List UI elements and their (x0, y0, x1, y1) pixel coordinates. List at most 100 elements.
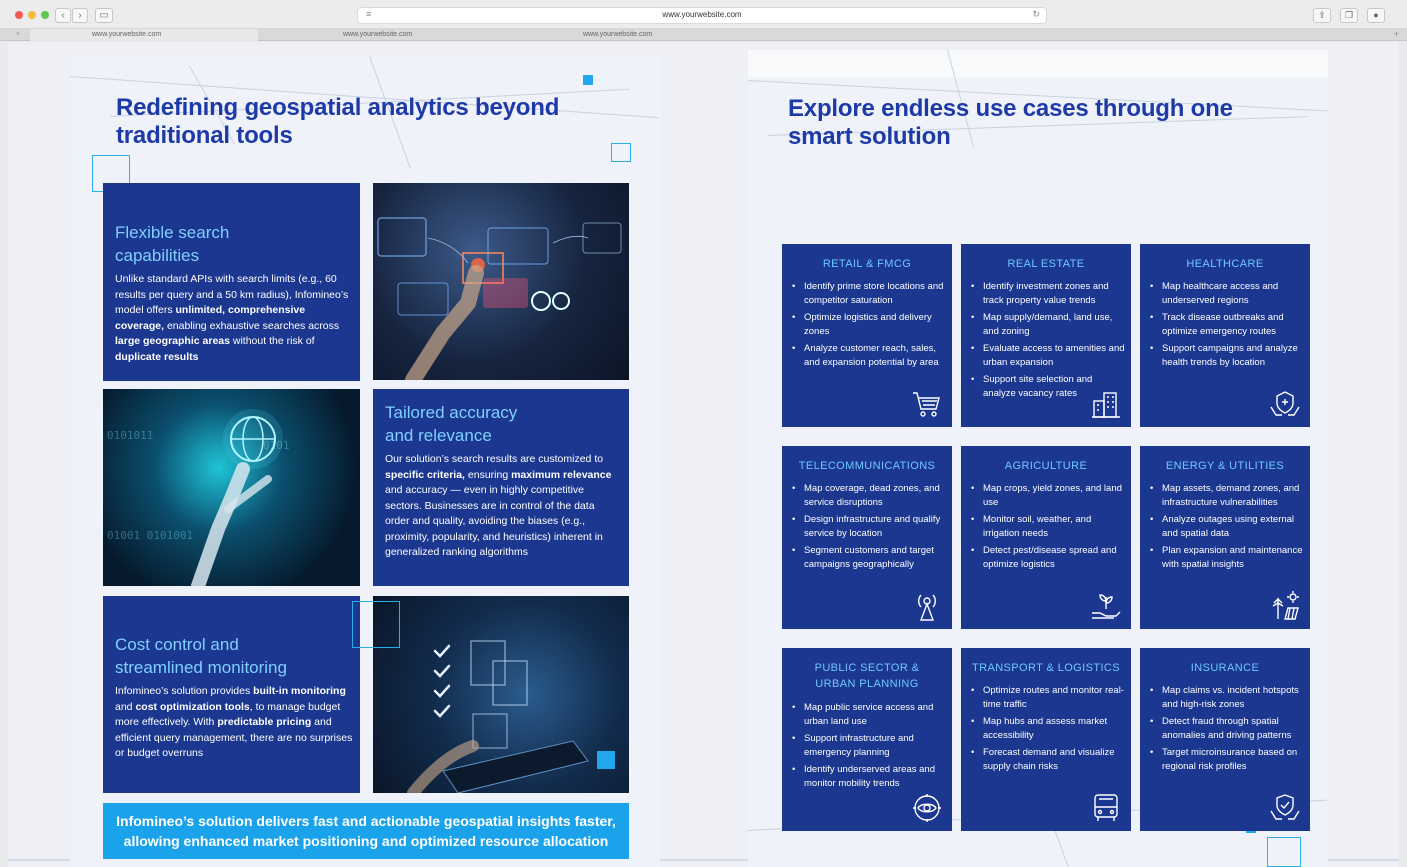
use-case-title-line1: PUBLIC SECTOR & (814, 662, 920, 674)
use-case-list-item: Plan expansion and maintenance with spat… (1148, 544, 1304, 571)
address-bar[interactable]: ≡ www.yourwebsite.com ↻ (357, 7, 1047, 24)
use-case-list-item: Map hubs and assess market accessibility (969, 715, 1125, 742)
use-case-card: HEALTHCARE Map healthcare access and unde… (1140, 244, 1310, 427)
card-title-line1: Cost control and (115, 635, 239, 654)
bold-text: built-in monitoring (253, 685, 346, 697)
card-title: Cost control and streamlined monitoring (115, 633, 287, 679)
use-case-list-item: Monitor soil, weather, and irrigation ne… (969, 513, 1125, 540)
use-case-list-item: Design infrastructure and qualify servic… (790, 513, 946, 540)
body-text: and (115, 700, 136, 713)
use-case-card: REAL ESTATE Identify investment zones and… (961, 244, 1131, 427)
use-case-title-line2: URBAN PLANNING (815, 678, 919, 690)
use-case-card: AGRICULTURE Map crops, yield zones, and l… (961, 446, 1131, 629)
body-text: without the risk of (229, 335, 315, 347)
tailored-accuracy-card: Tailored accuracy and relevance Our solu… (373, 389, 629, 586)
checklist-illustration (407, 640, 589, 793)
use-case-list-item: Identify investment zones and track prop… (969, 280, 1125, 307)
decorative-square (611, 143, 631, 162)
use-case-list: Identify prime store locations and compe… (790, 280, 946, 373)
back-button[interactable]: ‹ (55, 8, 71, 23)
bold-text: cost optimization tools (135, 700, 250, 713)
decorative-dot (597, 751, 615, 769)
download-icon[interactable]: ● (1367, 8, 1385, 23)
use-case-list-item: Map healthcare access and underserved re… (1148, 280, 1304, 307)
share-icon[interactable]: ⇪ (1313, 8, 1331, 23)
body-text: Infomineo’s solution provides (115, 685, 254, 697)
use-case-list-item: Analyze customer reach, sales, and expan… (790, 342, 946, 369)
tablet-checklist-photo (373, 596, 629, 793)
use-case-list-item: Evaluate access to amenities and urban e… (969, 342, 1125, 369)
tabs-overview-icon[interactable]: ❐ (1340, 8, 1358, 23)
close-tab-icon[interactable]: × (16, 29, 20, 40)
reload-icon[interactable]: ↻ (1032, 9, 1040, 20)
use-case-title: TRANSPORT & LOGISTICS (972, 662, 1120, 674)
decorative-square (1267, 837, 1301, 867)
sidebar-toggle-icon[interactable]: ▭ (95, 8, 113, 23)
body-text: enabling exhaustive searches across (164, 319, 340, 332)
use-case-list: Map public service access and urban land… (790, 701, 946, 794)
flexible-search-card: Flexible search capabilities Unlike stan… (103, 183, 360, 381)
url-text: www.yourwebsite.com (662, 10, 742, 19)
minimize-window-button[interactable] (28, 11, 36, 19)
left-slide: Redefining geospatial analytics beyond t… (70, 56, 660, 867)
use-case-list: Map crops, yield zones, and land use Moni… (969, 482, 1125, 575)
bold-text: maximum relevance (511, 468, 612, 481)
use-case-list-item: Support infrastructure and emergency pla… (790, 732, 946, 759)
use-case-card: INSURANCE Map claims vs. incident hotspot… (1140, 648, 1310, 831)
card-body: Our solution’s search results are custom… (385, 452, 621, 561)
eye-gear-icon (910, 791, 944, 825)
tab-1[interactable]: www.yourwebsite.com (30, 29, 258, 41)
background-divider (1328, 859, 1399, 861)
use-case-list-item: Target microinsurance based on regional … (1148, 746, 1304, 773)
bold-text: specific criteria, (385, 468, 465, 481)
tab-2[interactable]: www.yourwebsite.com (258, 29, 498, 41)
use-case-card: PUBLIC SECTOR & URBAN PLANNING Map public … (782, 648, 952, 831)
energy-icon (1268, 589, 1302, 623)
use-case-list-item: Segment customers and target campaigns g… (790, 544, 946, 571)
zoom-window-button[interactable] (41, 11, 49, 19)
close-window-button[interactable] (15, 11, 23, 19)
use-case-title: INSURANCE (1190, 662, 1260, 674)
tab-2-label: www.yourwebsite.com (343, 31, 413, 38)
card-title: Flexible search capabilities (115, 221, 229, 267)
use-case-title: TELECOMMUNICATIONS (798, 460, 936, 472)
tab-bar: × www.yourwebsite.com www.yourwebsite.co… (0, 29, 1407, 41)
summary-banner: Infomineo’s solution delivers fast and a… (103, 803, 629, 859)
buildings-icon (1089, 387, 1123, 421)
svg-text:01001 0101001: 01001 0101001 (107, 529, 193, 542)
use-case-card: TRANSPORT & LOGISTICS Optimize routes and… (961, 648, 1131, 831)
use-case-list-item: Map supply/demand, land use, and zoning (969, 311, 1125, 338)
bold-text: predictable pricing (217, 716, 312, 728)
decorative-square (352, 601, 400, 648)
use-case-card: RETAIL & FMCG Identify prime store locati… (782, 244, 952, 427)
use-case-list-item: Track disease outbreaks and optimize eme… (1148, 311, 1304, 338)
browser-titlebar: ‹ › ▭ ≡ www.yourwebsite.com ↻ ⇪ ❐ ● (0, 0, 1407, 29)
bold-text: duplicate results (115, 350, 199, 363)
card-title-line2: and relevance (385, 426, 492, 445)
use-case-title: REAL ESTATE (1007, 258, 1085, 270)
dashboard-hand-photo (373, 183, 629, 380)
dashboard-illustration (377, 217, 622, 380)
use-case-title: AGRICULTURE (1004, 460, 1088, 472)
use-case-list-item: Map coverage, dead zones, and service di… (790, 482, 946, 509)
plant-hand-icon (1089, 589, 1123, 623)
forward-button[interactable]: › (72, 8, 88, 23)
use-case-list-item: Support campaigns and analyze health tre… (1148, 342, 1304, 369)
background-divider (658, 859, 748, 861)
cost-control-card: Cost control and streamlined monitoring … (103, 596, 360, 793)
right-title-line1: Explore endless use cases through one (788, 95, 1233, 122)
use-case-list-item: Detect fraud through spatial anomalies a… (1148, 715, 1304, 742)
card-body: Infomineo’s solution provides built-in m… (115, 684, 355, 762)
left-title-line2: traditional tools (116, 122, 293, 149)
new-tab-button[interactable]: + (1394, 29, 1399, 40)
robot-globe-photo: 0101011 01001 0101001 0101 (103, 389, 360, 586)
background-divider (8, 859, 76, 861)
tab-3[interactable]: www.yourwebsite.com (498, 29, 738, 41)
right-title-line2: smart solution (788, 123, 951, 150)
svg-text:0101011: 0101011 (107, 429, 153, 442)
use-case-title: ENERGY & UTILITIES (1165, 460, 1285, 472)
use-case-list-item: Map crops, yield zones, and land use (969, 482, 1125, 509)
use-case-title: PUBLIC SECTOR & URBAN PLANNING (782, 660, 952, 692)
card-title-line2: streamlined monitoring (115, 658, 287, 677)
right-slide: Explore endless use cases through one sm… (748, 50, 1328, 867)
